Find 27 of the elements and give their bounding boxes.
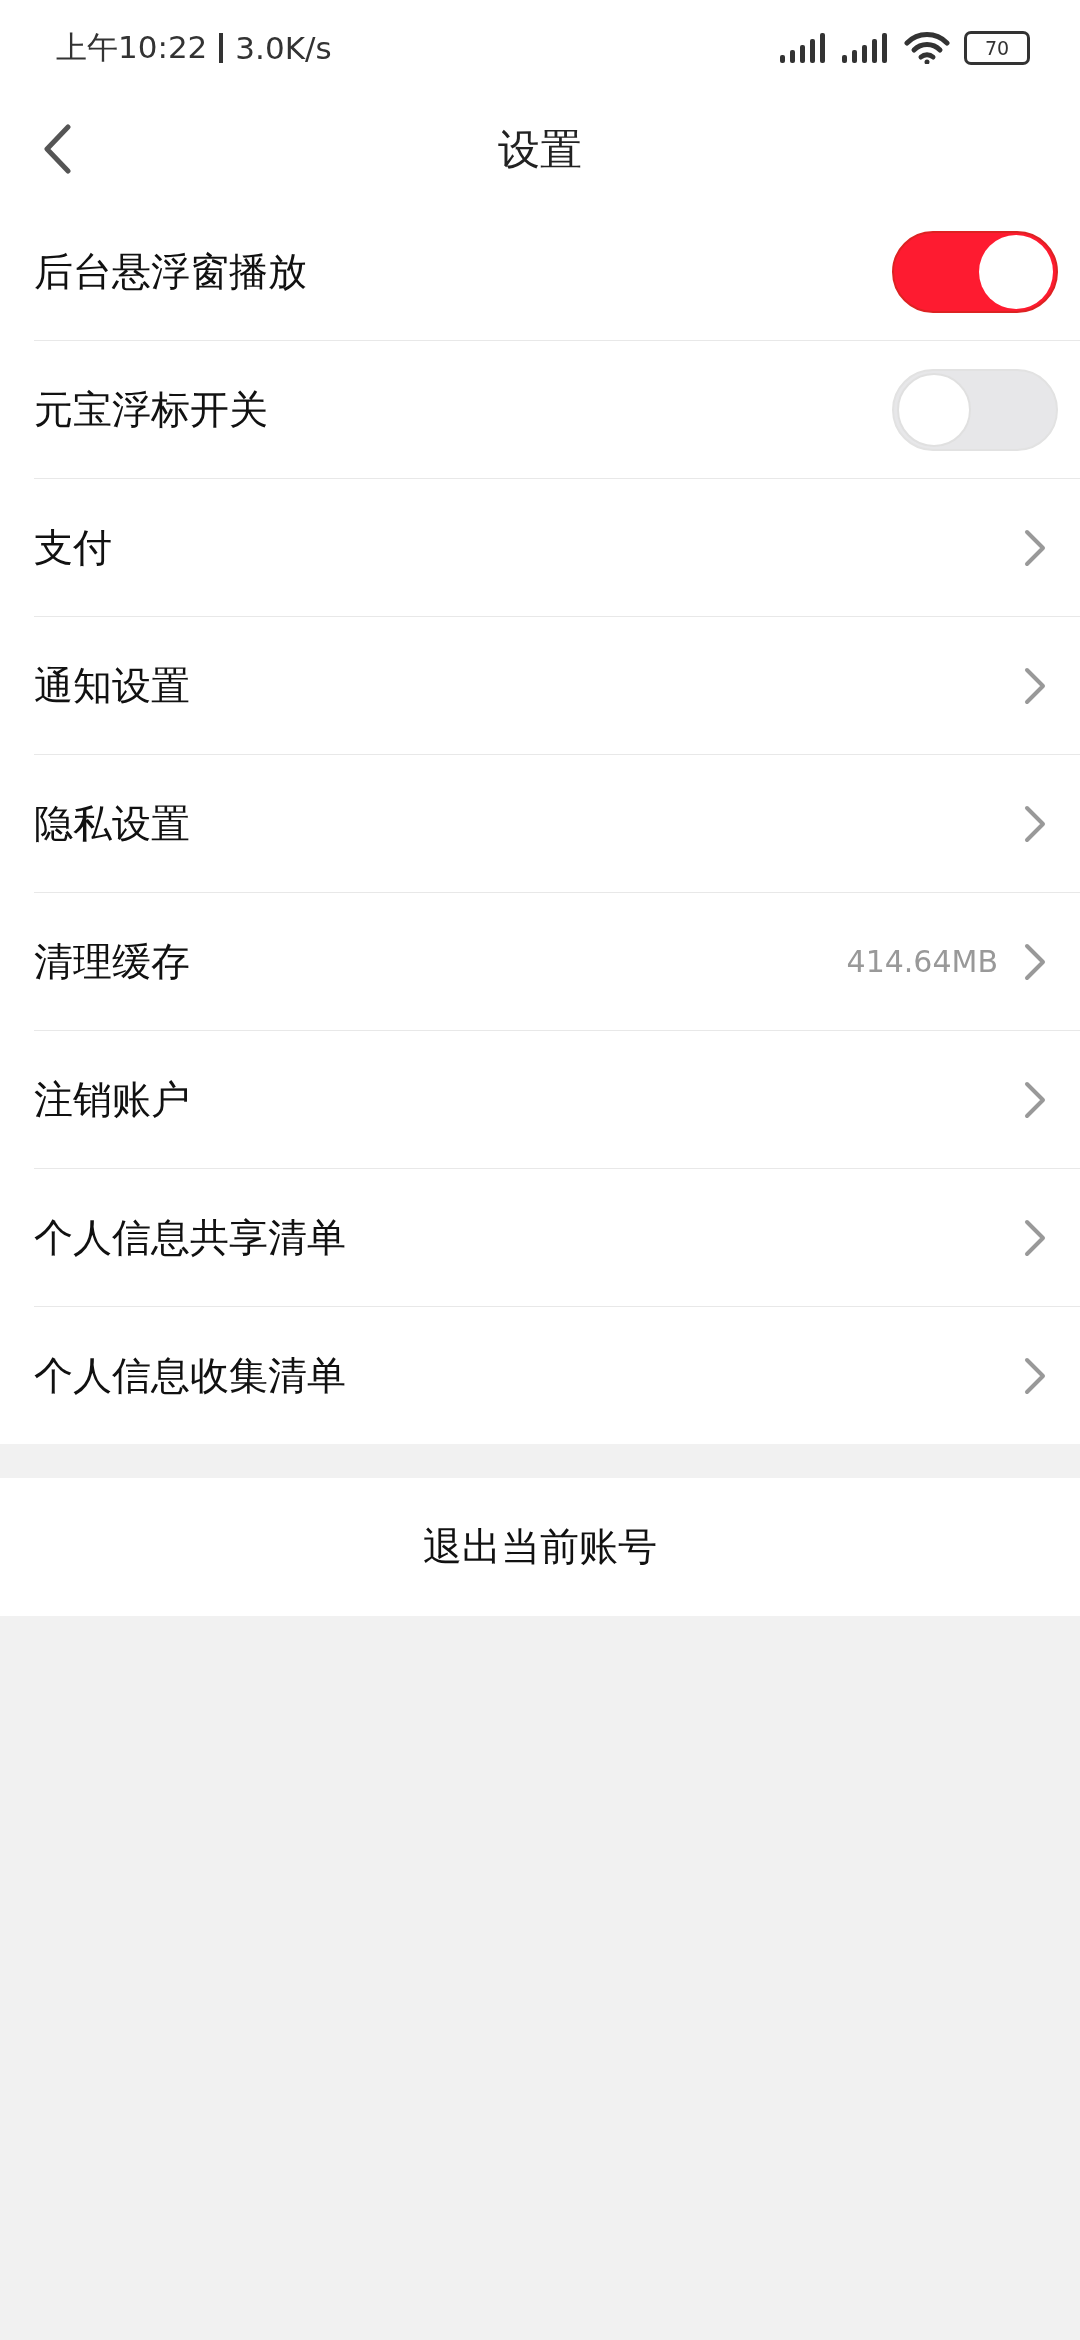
chevron-right-icon[interactable] <box>1024 1080 1046 1119</box>
network-speed: 3.0K/s <box>235 30 332 66</box>
chevron-right-icon[interactable] <box>1024 804 1046 843</box>
back-icon[interactable] <box>42 124 72 174</box>
setting-label: 注销账户 <box>34 1075 190 1124</box>
battery-indicator: 70 <box>964 31 1030 65</box>
page-title: 设置 <box>498 123 582 176</box>
status-separator <box>219 33 224 63</box>
setting-label: 通知设置 <box>34 661 190 710</box>
chevron-right-icon[interactable] <box>1024 1356 1046 1395</box>
signal-icon <box>842 33 890 63</box>
chevron-right-icon[interactable] <box>1024 1218 1046 1257</box>
setting-label: 个人信息收集清单 <box>34 1351 346 1400</box>
setting-label: 支付 <box>34 523 112 572</box>
chevron-right-icon[interactable] <box>1024 942 1046 981</box>
cache-size: 414.64MB <box>846 944 998 979</box>
setting-label: 元宝浮标开关 <box>34 385 268 434</box>
signal-icon <box>780 33 828 63</box>
status-time: 上午10:22 <box>56 28 208 67</box>
setting-label: 隐私设置 <box>34 799 190 848</box>
setting-label: 后台悬浮窗播放 <box>34 247 307 296</box>
wifi-icon <box>904 32 950 64</box>
setting-label: 个人信息共享清单 <box>34 1213 346 1262</box>
setting-label: 清理缓存 <box>34 937 190 986</box>
logout-button[interactable]: 退出当前账号 <box>0 1478 1080 1616</box>
chevron-right-icon[interactable] <box>1024 666 1046 705</box>
chevron-right-icon[interactable] <box>1024 528 1046 567</box>
